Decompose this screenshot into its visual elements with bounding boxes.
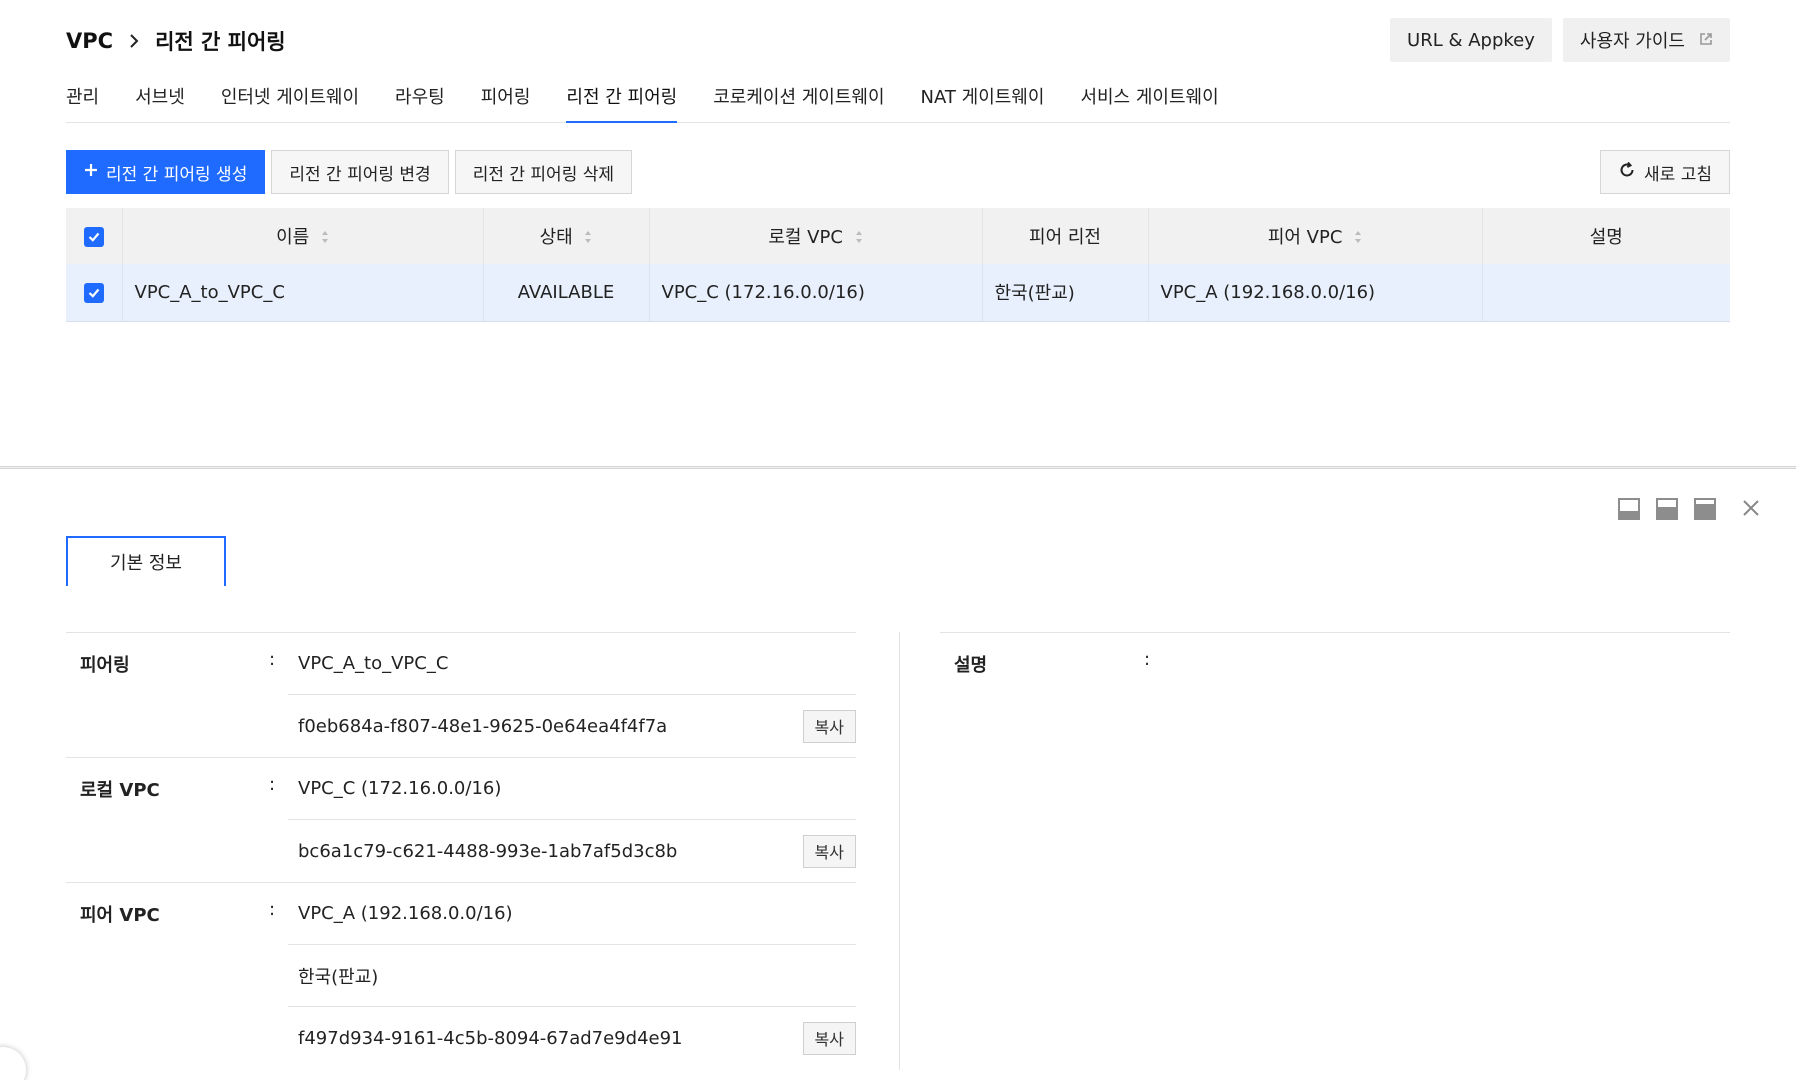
column-header-description: 설명 — [1481, 208, 1730, 264]
cell-name: VPC_A_to_VPC_C — [121, 264, 483, 322]
tab-nat-gateway[interactable]: NAT 게이트웨이 — [921, 78, 1045, 123]
colon: : — [1144, 649, 1151, 670]
detail-divider — [899, 632, 900, 1070]
colon: : — [269, 899, 276, 920]
create-peering-button[interactable]: 리전 간 피어링 생성 — [66, 150, 266, 194]
panel-size-medium-icon[interactable] — [1656, 498, 1678, 520]
sort-icon — [1354, 228, 1362, 249]
peering-info-group: 피어링 : VPC_A_to_VPC_C f0eb684a-f807-48e1-… — [66, 633, 856, 758]
plus-icon — [84, 162, 98, 182]
colon: : — [269, 649, 276, 670]
breadcrumb-root[interactable]: VPC — [66, 29, 113, 53]
peering-name-row: VPC_A_to_VPC_C — [288, 633, 856, 695]
peer-vpc-region-row: 한국(판교) — [288, 945, 856, 1007]
table-header-row: 이름 상태 로컬 VPC 피어 리전 피어 VPC 설명 — [66, 208, 1730, 264]
local-vpc-id-row: bc6a1c79-c621-4488-993e-1ab7af5d3c8b 복사 — [288, 820, 856, 882]
peering-table: 이름 상태 로컬 VPC 피어 리전 피어 VPC 설명 VPC_A_to_VP… — [66, 208, 1730, 322]
local-vpc-info-group: 로컬 VPC : VPC_C (172.16.0.0/16) bc6a1c79-… — [66, 758, 856, 883]
local-vpc-id-value: bc6a1c79-c621-4488-993e-1ab7af5d3c8b — [298, 840, 678, 862]
select-all-checkbox[interactable] — [83, 226, 104, 247]
panel-resize-handle[interactable] — [0, 466, 1796, 469]
panel-size-small-icon[interactable] — [1618, 498, 1640, 520]
row-checkbox[interactable] — [83, 282, 104, 303]
local-vpc-name-row: VPC_C (172.16.0.0/16) — [288, 758, 856, 820]
peer-vpc-id-value: f497d934-9161-4c5b-8094-67ad7e9d4e91 — [298, 1027, 683, 1049]
refresh-button[interactable]: 새로 고침 — [1600, 150, 1730, 194]
url-appkey-button[interactable]: URL & Appkey — [1390, 18, 1552, 62]
cell-peer-vpc: VPC_A (192.168.0.0/16) — [1147, 264, 1482, 322]
cell-peer-region: 한국(판교) — [981, 264, 1148, 322]
detail-info-left: 피어링 : VPC_A_to_VPC_C f0eb684a-f807-48e1-… — [66, 632, 856, 1069]
sort-icon — [321, 228, 329, 249]
table-row[interactable]: VPC_A_to_VPC_C AVAILABLE VPC_C (172.16.0… — [66, 264, 1730, 322]
column-header-name[interactable]: 이름 — [121, 208, 483, 264]
tab-bar: 관리 서브넷 인터넷 게이트웨이 라우팅 피어링 리전 간 피어링 코로케이션 … — [66, 78, 1730, 123]
tab-colocation-gateway[interactable]: 코로케이션 게이트웨이 — [713, 78, 884, 123]
tab-peering[interactable]: 피어링 — [481, 78, 531, 123]
external-link-icon — [1699, 30, 1713, 51]
peer-vpc-region-value: 한국(판교) — [298, 966, 379, 988]
peer-vpc-info-group: 피어 VPC : VPC_A (192.168.0.0/16) 한국(판교) f… — [66, 883, 856, 1069]
tab-subnet[interactable]: 서브넷 — [135, 78, 185, 123]
tab-management[interactable]: 관리 — [66, 78, 99, 123]
edit-peering-button[interactable]: 리전 간 피어링 변경 — [271, 150, 449, 194]
peering-name-value: VPC_A_to_VPC_C — [298, 653, 449, 674]
sort-icon — [855, 228, 863, 249]
detail-info-right: 설명 : — [940, 632, 1730, 695]
column-header-peer-region: 피어 리전 — [981, 208, 1148, 264]
close-icon[interactable] — [1742, 496, 1760, 522]
sort-icon — [584, 228, 592, 249]
breadcrumb-current: 리전 간 피어링 — [155, 30, 286, 54]
breadcrumb: VPC 리전 간 피어링 — [66, 26, 286, 56]
column-header-peer-vpc-label: 피어 VPC — [1267, 227, 1343, 248]
refresh-label: 새로 고침 — [1644, 164, 1712, 185]
panel-controls — [1618, 496, 1760, 522]
peering-label: 피어링 — [80, 655, 130, 676]
user-guide-button[interactable]: 사용자 가이드 — [1562, 18, 1730, 62]
local-vpc-name-value: VPC_C (172.16.0.0/16) — [298, 778, 502, 799]
row-select-cell — [66, 264, 122, 322]
colon: : — [269, 774, 276, 795]
delete-peering-button[interactable]: 리전 간 피어링 삭제 — [454, 150, 633, 194]
create-peering-label: 리전 간 피어링 생성 — [106, 164, 248, 185]
column-header-local-vpc[interactable]: 로컬 VPC — [648, 208, 982, 264]
copy-local-vpc-id-button[interactable]: 복사 — [802, 834, 856, 868]
tab-routing[interactable]: 라우팅 — [395, 78, 445, 123]
tab-service-gateway[interactable]: 서비스 게이트웨이 — [1080, 78, 1218, 123]
local-vpc-label: 로컬 VPC — [80, 780, 160, 801]
tab-region-peering[interactable]: 리전 간 피어링 — [566, 78, 678, 123]
cell-status: AVAILABLE — [482, 264, 649, 322]
description-info-group: 설명 : — [940, 633, 1730, 695]
floating-widget[interactable] — [0, 1047, 26, 1080]
panel-size-large-icon[interactable] — [1694, 498, 1716, 520]
column-header-status-label: 상태 — [539, 227, 573, 248]
column-header-peer-vpc[interactable]: 피어 VPC — [1147, 208, 1482, 264]
copy-peer-vpc-id-button[interactable]: 복사 — [802, 1021, 856, 1055]
peer-vpc-id-row: f497d934-9161-4c5b-8094-67ad7e9d4e91 복사 — [288, 1007, 856, 1069]
peer-vpc-label: 피어 VPC — [80, 905, 160, 926]
description-label: 설명 — [954, 655, 988, 676]
column-header-local-vpc-label: 로컬 VPC — [768, 227, 843, 248]
tab-internet-gateway[interactable]: 인터넷 게이트웨이 — [221, 78, 359, 123]
chevron-right-icon — [129, 33, 139, 49]
peer-vpc-name-row: VPC_A (192.168.0.0/16) — [288, 883, 856, 945]
peering-id-value: f0eb684a-f807-48e1-9625-0e64ea4f4f7a — [298, 715, 668, 737]
header-actions: URL & Appkey 사용자 가이드 — [1390, 18, 1730, 62]
tab-basic-info[interactable]: 기본 정보 — [66, 536, 226, 586]
action-toolbar: 리전 간 피어링 생성 리전 간 피어링 변경 리전 간 피어링 삭제 — [66, 150, 633, 194]
cell-local-vpc: VPC_C (172.16.0.0/16) — [648, 264, 982, 322]
select-all-cell — [66, 208, 122, 264]
refresh-icon — [1618, 161, 1636, 184]
user-guide-label: 사용자 가이드 — [1579, 31, 1685, 52]
cell-description — [1481, 264, 1730, 322]
peering-id-row: f0eb684a-f807-48e1-9625-0e64ea4f4f7a 복사 — [288, 695, 856, 757]
peer-vpc-name-value: VPC_A (192.168.0.0/16) — [298, 903, 513, 924]
column-header-status[interactable]: 상태 — [482, 208, 649, 264]
column-header-name-label: 이름 — [276, 227, 310, 248]
copy-peering-id-button[interactable]: 복사 — [802, 709, 856, 743]
